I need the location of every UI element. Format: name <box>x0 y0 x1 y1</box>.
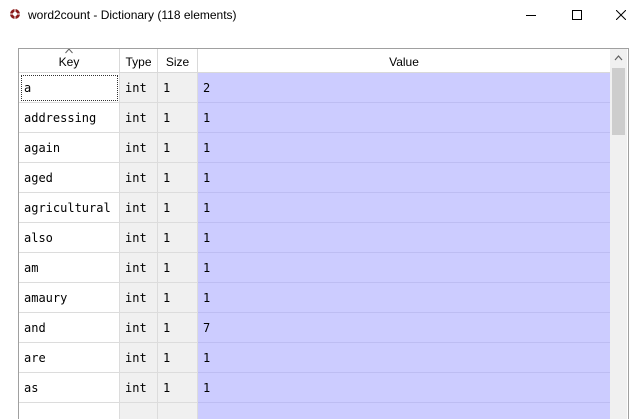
value-cell[interactable] <box>198 403 610 419</box>
key-cell[interactable]: are <box>19 343 120 373</box>
key-cell[interactable]: again <box>19 133 120 163</box>
maximize-button[interactable] <box>554 0 600 30</box>
type-cell[interactable] <box>120 403 158 419</box>
table-header: Key Type Size Value <box>19 49 610 73</box>
key-cell[interactable]: am <box>19 253 120 283</box>
type-cell[interactable]: int <box>120 163 158 193</box>
type-cell[interactable]: int <box>120 223 158 253</box>
size-cell[interactable] <box>158 403 198 419</box>
column-header-label: Size <box>165 55 190 69</box>
size-cell[interactable]: 1 <box>158 73 198 103</box>
spyder-icon <box>10 9 20 19</box>
close-button[interactable] <box>598 0 644 30</box>
type-cell[interactable]: int <box>120 73 158 103</box>
column-header-key[interactable]: Key <box>19 49 120 72</box>
value-cell[interactable]: 1 <box>198 283 610 313</box>
value-cell[interactable]: 7 <box>198 313 610 343</box>
column-header-label: Type <box>125 55 152 69</box>
size-cell[interactable]: 1 <box>158 103 198 133</box>
key-cell[interactable]: aged <box>19 163 120 193</box>
value-cell[interactable]: 2 <box>198 73 610 103</box>
key-cell[interactable]: amaury <box>19 283 120 313</box>
table-row[interactable]: addressing int 1 1 <box>19 103 610 133</box>
size-cell[interactable]: 1 <box>158 253 198 283</box>
table-row[interactable] <box>19 403 610 419</box>
value-cell[interactable]: 1 <box>198 133 610 163</box>
column-header-type[interactable]: Type <box>120 49 158 72</box>
table-row[interactable]: are int 1 1 <box>19 343 610 373</box>
value-cell[interactable]: 1 <box>198 223 610 253</box>
key-cell[interactable]: addressing <box>19 103 120 133</box>
type-cell[interactable]: int <box>120 133 158 163</box>
type-cell[interactable]: int <box>120 373 158 403</box>
table-row[interactable]: am int 1 1 <box>19 253 610 283</box>
value-cell[interactable]: 1 <box>198 103 610 133</box>
table-row[interactable]: again int 1 1 <box>19 133 610 163</box>
value-cell[interactable]: 1 <box>198 163 610 193</box>
value-cell[interactable]: 1 <box>198 343 610 373</box>
column-header-value[interactable]: Value <box>198 49 610 72</box>
maximize-icon <box>572 10 582 20</box>
table-row[interactable]: a int 1 2 <box>19 73 610 103</box>
size-cell[interactable]: 1 <box>158 313 198 343</box>
table-body: a int 1 2 addressing int 1 1 again int 1… <box>19 73 610 419</box>
table-row[interactable]: as int 1 1 <box>19 373 610 403</box>
close-icon <box>616 10 626 20</box>
vertical-scrollbar[interactable] <box>610 49 627 419</box>
scroll-thumb[interactable] <box>612 68 625 135</box>
sort-ascending-icon <box>65 49 73 54</box>
type-cell[interactable]: int <box>120 193 158 223</box>
dictionary-editor-window: word2count - Dictionary (118 elements) K… <box>0 0 644 419</box>
table-row[interactable]: and int 1 7 <box>19 313 610 343</box>
size-cell[interactable]: 1 <box>158 133 198 163</box>
chevron-up-icon <box>614 54 623 60</box>
table-row[interactable]: also int 1 1 <box>19 223 610 253</box>
size-cell[interactable]: 1 <box>158 373 198 403</box>
column-header-label: Value <box>389 55 419 69</box>
value-cell[interactable]: 1 <box>198 373 610 403</box>
key-cell[interactable]: and <box>19 313 120 343</box>
minimize-button[interactable] <box>508 0 554 30</box>
size-cell[interactable]: 1 <box>158 193 198 223</box>
table-row[interactable]: agricultural int 1 1 <box>19 193 610 223</box>
column-header-label: Key <box>58 55 80 69</box>
size-cell[interactable]: 1 <box>158 343 198 373</box>
size-cell[interactable]: 1 <box>158 223 198 253</box>
key-cell[interactable] <box>19 403 120 419</box>
key-cell[interactable]: as <box>19 373 120 403</box>
type-cell[interactable]: int <box>120 283 158 313</box>
column-header-size[interactable]: Size <box>158 49 198 72</box>
window-title: word2count - Dictionary (118 elements) <box>28 8 237 22</box>
key-cell[interactable]: a <box>19 73 120 103</box>
table-row[interactable]: amaury int 1 1 <box>19 283 610 313</box>
size-cell[interactable]: 1 <box>158 283 198 313</box>
minimize-icon <box>526 15 536 16</box>
type-cell[interactable]: int <box>120 313 158 343</box>
value-cell[interactable]: 1 <box>198 193 610 223</box>
table-row[interactable]: aged int 1 1 <box>19 163 610 193</box>
type-cell[interactable]: int <box>120 343 158 373</box>
dictionary-table[interactable]: Key Type Size Value a int 1 2 addressing… <box>18 48 629 419</box>
type-cell[interactable]: int <box>120 103 158 133</box>
value-cell[interactable]: 1 <box>198 253 610 283</box>
size-cell[interactable]: 1 <box>158 163 198 193</box>
key-cell[interactable]: agricultural <box>19 193 120 223</box>
type-cell[interactable]: int <box>120 253 158 283</box>
scroll-up-button[interactable] <box>610 49 627 66</box>
key-cell[interactable]: also <box>19 223 120 253</box>
title-bar[interactable]: word2count - Dictionary (118 elements) <box>0 0 644 30</box>
